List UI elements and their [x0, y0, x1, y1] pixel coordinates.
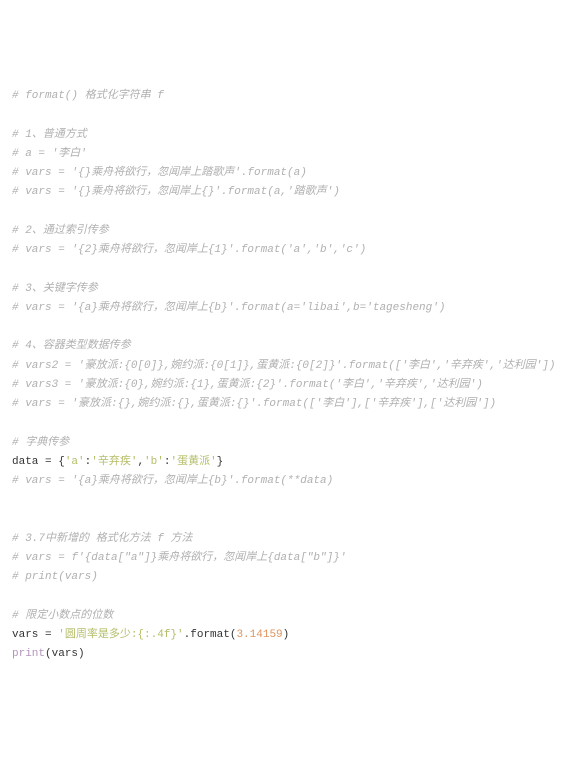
code-line: # 4、容器类型数据传参 [12, 337, 552, 356]
code-line: # vars = '{}乘舟将欲行，忽闻岸上踏歌声'.format(a) [12, 164, 552, 183]
token-str: '辛弃疾' [91, 456, 137, 468]
code-line: print(vars) [12, 645, 552, 664]
code-line: # vars = '{a}乘舟将欲行，忽闻岸上{b}'.format(**dat… [12, 472, 552, 491]
token-id: .format( [184, 629, 237, 641]
comment: # vars = '{}乘舟将欲行，忽闻岸上踏歌声'.format(a) [12, 167, 307, 179]
comment: # vars = '豪放派:{},婉约派:{},蛋黄派:{}'.format([… [12, 398, 496, 410]
comment: # print(vars) [12, 571, 98, 583]
code-line: # 3、关键字传参 [12, 280, 552, 299]
code-line [12, 106, 552, 125]
comment: # 字典传参 [12, 437, 69, 449]
comment: # a = '李白' [12, 148, 87, 160]
comment: # vars = '{}乘舟将欲行，忽闻岸上{}'.format(a,'踏歌声'… [12, 186, 340, 198]
token-id: } [217, 456, 224, 468]
code-line: # vars2 = '豪放派:{0[0]},婉约派:{0[1]},蛋黄派:{0[… [12, 357, 552, 376]
code-line: # a = '李白' [12, 145, 552, 164]
code-line [12, 414, 552, 433]
comment: # vars = '{a}乘舟将欲行，忽闻岸上{b}'.format(**dat… [12, 475, 333, 487]
comment: # format() 格式化字符串 f [12, 90, 164, 102]
token-id: (vars) [45, 648, 85, 660]
comment: # vars2 = '豪放派:{0[0]},婉约派:{0[1]},蛋黄派:{0[… [12, 360, 555, 372]
code-line [12, 491, 552, 510]
comment: # 3、关键字传参 [12, 283, 98, 295]
code-line [12, 318, 552, 337]
token-str: 'b' [144, 456, 164, 468]
code-line: # vars3 = '豪放派:{0},婉约派:{1},蛋黄派:{2}'.form… [12, 376, 552, 395]
comment: # vars3 = '豪放派:{0},婉约派:{1},蛋黄派:{2}'.form… [12, 379, 483, 391]
token-str: '圆周率是多少:{:.4f}' [58, 629, 183, 641]
comment: # 4、容器类型数据传参 [12, 340, 131, 352]
comment: # 限定小数点的位数 [12, 610, 113, 622]
token-id: data = { [12, 456, 65, 468]
code-line: # 1、普通方式 [12, 126, 552, 145]
code-line [12, 260, 552, 279]
code-line: # 3.7中新增的 格式化方法 f 方法 [12, 530, 552, 549]
code-line [12, 511, 552, 530]
token-id: ) [283, 629, 290, 641]
code-line: # vars = '{}乘舟将欲行，忽闻岸上{}'.format(a,'踏歌声'… [12, 183, 552, 202]
code-line [12, 588, 552, 607]
code-line: # print(vars) [12, 568, 552, 587]
comment: # vars = '{a}乘舟将欲行，忽闻岸上{b}'.format(a='li… [12, 302, 445, 314]
code-line: # 字典传参 [12, 434, 552, 453]
code-line [12, 203, 552, 222]
token-str: '蛋黄派' [170, 456, 216, 468]
token-kw: print [12, 648, 45, 660]
code-line: # vars = '豪放派:{},婉约派:{},蛋黄派:{}'.format([… [12, 395, 552, 414]
comment: # 2、通过索引传参 [12, 225, 109, 237]
code-line: # vars = '{a}乘舟将欲行，忽闻岸上{b}'.format(a='li… [12, 299, 552, 318]
comment: # 1、普通方式 [12, 129, 87, 141]
code-line: # vars = f'{data["a"]}乘舟将欲行，忽闻岸上{data["b… [12, 549, 552, 568]
token-num: 3.14159 [236, 629, 282, 641]
comment: # vars = f'{data["a"]}乘舟将欲行，忽闻岸上{data["b… [12, 552, 346, 564]
code-line: # vars = '{2}乘舟将欲行，忽闻岸上{1}'.format('a','… [12, 241, 552, 260]
code-line: # 2、通过索引传参 [12, 222, 552, 241]
token-str: 'a' [65, 456, 85, 468]
comment: # 3.7中新增的 格式化方法 f 方法 [12, 533, 192, 545]
code-line: # format() 格式化字符串 f [12, 87, 552, 106]
comment: # vars = '{2}乘舟将欲行，忽闻岸上{1}'.format('a','… [12, 244, 366, 256]
code-line: # 限定小数点的位数 [12, 607, 552, 626]
code-line: vars = '圆周率是多少:{:.4f}'.format(3.14159) [12, 626, 552, 645]
code-line: data = {'a':'辛弃疾','b':'蛋黄派'} [12, 453, 552, 472]
code-block: # format() 格式化字符串 f # 1、普通方式 # a = '李白' # … [12, 87, 552, 665]
token-id: vars = [12, 629, 58, 641]
